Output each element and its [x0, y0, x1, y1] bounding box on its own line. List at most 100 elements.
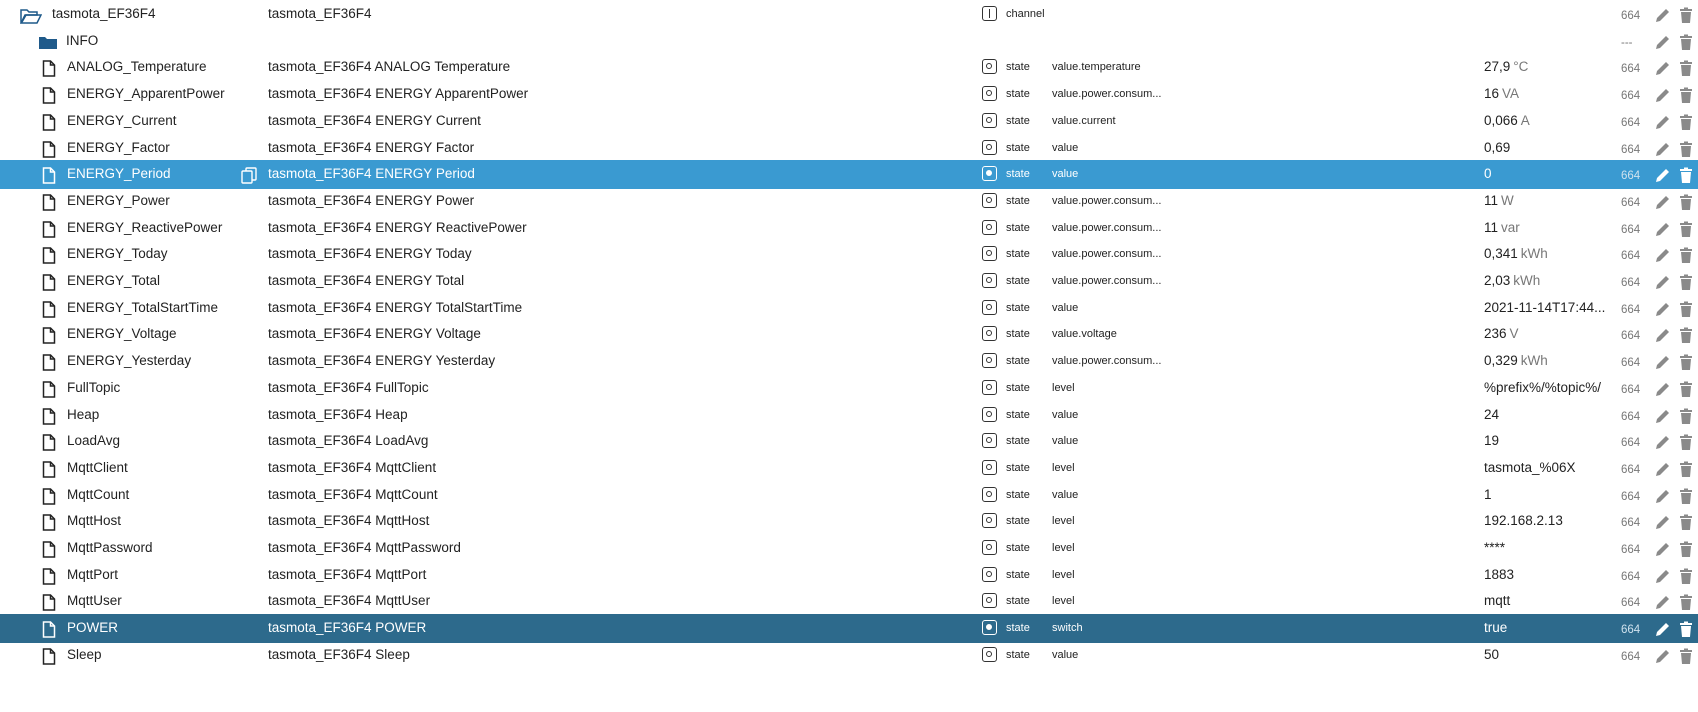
- edit-icon[interactable]: [1654, 460, 1671, 477]
- edit-icon[interactable]: [1654, 326, 1671, 343]
- row-value[interactable]: 1: [1484, 481, 1614, 510]
- delete-icon[interactable]: [1678, 540, 1694, 557]
- delete-icon[interactable]: [1678, 326, 1694, 344]
- delete-icon[interactable]: [1678, 6, 1694, 23]
- tree-row[interactable]: FullTopic tasmota_EF36F4 FullTopic state le…: [0, 374, 1698, 403]
- folder-open-icon[interactable]: [19, 6, 43, 24]
- tree-row[interactable]: ENERGY_Current tasmota_EF36F4 ENERGY Curr…: [0, 107, 1698, 136]
- delete-icon[interactable]: [1678, 460, 1694, 477]
- edit-icon[interactable]: [1654, 220, 1671, 237]
- delete-icon[interactable]: [1678, 647, 1694, 664]
- edit-icon[interactable]: [1654, 487, 1671, 504]
- tree-row[interactable]: MqttHost tasmota_EF36F4 MqttHost state leve…: [0, 507, 1698, 536]
- folder-icon[interactable]: [38, 33, 57, 50]
- edit-icon[interactable]: [1654, 6, 1671, 23]
- tree-row[interactable]: LoadAvg tasmota_EF36F4 LoadAvg state value 1…: [0, 427, 1698, 456]
- delete-icon[interactable]: [1678, 166, 1694, 184]
- edit-icon[interactable]: [1654, 540, 1671, 557]
- tree-row[interactable]: ENERGY_Factor tasmota_EF36F4 ENERGY Facto…: [0, 134, 1698, 163]
- edit-icon[interactable]: [1654, 513, 1671, 530]
- tree-row[interactable]: Heap tasmota_EF36F4 Heap state value 24 664: [0, 401, 1698, 430]
- edit-icon[interactable]: [1654, 300, 1671, 317]
- delete-icon[interactable]: [1678, 59, 1694, 77]
- tree-row[interactable]: ENERGY_Today tasmota_EF36F4 ENERGY Today s…: [0, 240, 1698, 269]
- delete-icon[interactable]: [1678, 380, 1694, 397]
- tree-row[interactable]: MqttUser tasmota_EF36F4 MqttUser state leve…: [0, 587, 1698, 616]
- tree-row[interactable]: ENERGY_TotalStartTime tasmota_EF36F4 ENER…: [0, 294, 1698, 323]
- tree-row[interactable]: tasmota_EF36F4 tasmota_EF36F4 channel 664: [0, 0, 1698, 29]
- row-value[interactable]: 19: [1484, 427, 1614, 456]
- row-value[interactable]: 50: [1484, 641, 1614, 670]
- tree-row[interactable]: MqttPassword tasmota_EF36F4 MqttPassword s…: [0, 534, 1698, 563]
- row-value[interactable]: 11 W: [1484, 187, 1614, 216]
- delete-icon[interactable]: [1678, 407, 1694, 424]
- delete-icon[interactable]: [1678, 300, 1694, 317]
- delete-icon[interactable]: [1678, 33, 1694, 50]
- row-value[interactable]: tasmota_%06X: [1484, 454, 1614, 483]
- delete-icon[interactable]: [1678, 487, 1694, 504]
- tree-row[interactable]: ENERGY_ApparentPower tasmota_EF36F4 ENERG…: [0, 80, 1698, 109]
- row-value[interactable]: true: [1484, 614, 1614, 643]
- delete-icon[interactable]: [1678, 113, 1694, 130]
- tree-row[interactable]: MqttCount tasmota_EF36F4 MqttCount state va…: [0, 481, 1698, 510]
- row-value[interactable]: %prefix%/%topic%/: [1484, 374, 1614, 403]
- row-value[interactable]: 1883: [1484, 561, 1614, 590]
- row-value[interactable]: 236 V: [1484, 320, 1614, 349]
- delete-icon[interactable]: [1678, 140, 1694, 157]
- tree-row[interactable]: ENERGY_Period tasmota_EF36F4 ENERGY Perio…: [0, 160, 1698, 189]
- row-value[interactable]: 0: [1484, 160, 1614, 189]
- row-value[interactable]: 24: [1484, 401, 1614, 430]
- delete-icon[interactable]: [1678, 567, 1694, 584]
- edit-icon[interactable]: [1654, 193, 1671, 210]
- delete-icon[interactable]: [1678, 86, 1694, 104]
- tree-row[interactable]: ENERGY_Total tasmota_EF36F4 ENERGY Total s…: [0, 267, 1698, 296]
- tree-row[interactable]: Sleep tasmota_EF36F4 Sleep state value 50 664: [0, 641, 1698, 670]
- row-value[interactable]: 2021-11-14T17:44...: [1484, 294, 1614, 323]
- delete-icon[interactable]: [1678, 620, 1694, 638]
- edit-icon[interactable]: [1654, 113, 1671, 130]
- copy-icon[interactable]: [241, 166, 258, 184]
- edit-icon[interactable]: [1654, 593, 1671, 610]
- row-value[interactable]: 0,69: [1484, 134, 1614, 163]
- edit-icon[interactable]: [1654, 433, 1671, 450]
- edit-icon[interactable]: [1654, 567, 1671, 584]
- row-value[interactable]: mqtt: [1484, 587, 1614, 616]
- tree-row[interactable]: ENERGY_ReactivePower tasmota_EF36F4 ENERG…: [0, 214, 1698, 243]
- edit-icon[interactable]: [1654, 620, 1671, 637]
- row-value[interactable]: 192.168.2.13: [1484, 507, 1614, 536]
- delete-icon[interactable]: [1678, 353, 1694, 371]
- row-value[interactable]: 27,9 °C: [1484, 53, 1614, 82]
- tree-row[interactable]: POWER tasmota_EF36F4 POWER state switch true…: [0, 614, 1698, 643]
- delete-icon[interactable]: [1678, 513, 1694, 531]
- tree-row[interactable]: MqttPort tasmota_EF36F4 MqttPort state leve…: [0, 561, 1698, 590]
- row-value[interactable]: 16 VA: [1484, 80, 1614, 109]
- edit-icon[interactable]: [1654, 140, 1671, 157]
- edit-icon[interactable]: [1654, 353, 1671, 370]
- delete-icon[interactable]: [1678, 246, 1694, 264]
- tree-row[interactable]: ANALOG_Temperature tasmota_EF36F4 ANALOG …: [0, 53, 1698, 82]
- row-value[interactable]: 0,066 A: [1484, 107, 1614, 136]
- row-value[interactable]: ****: [1484, 534, 1614, 563]
- row-value[interactable]: 2,03 kWh: [1484, 267, 1614, 296]
- edit-icon[interactable]: [1654, 380, 1671, 397]
- edit-icon[interactable]: [1654, 59, 1671, 76]
- tree-row[interactable]: ENERGY_Yesterday tasmota_EF36F4 ENERGY Ye…: [0, 347, 1698, 376]
- delete-icon[interactable]: [1678, 593, 1694, 611]
- row-value[interactable]: 0,341 kWh: [1484, 240, 1614, 269]
- delete-icon[interactable]: [1678, 193, 1694, 210]
- edit-icon[interactable]: [1654, 246, 1671, 263]
- edit-icon[interactable]: [1654, 86, 1671, 103]
- tree-row[interactable]: ENERGY_Power tasmota_EF36F4 ENERGY Power s…: [0, 187, 1698, 216]
- edit-icon[interactable]: [1654, 273, 1671, 290]
- tree-row[interactable]: ENERGY_Voltage tasmota_EF36F4 ENERGY Volt…: [0, 320, 1698, 349]
- row-value[interactable]: 0,329 kWh: [1484, 347, 1614, 376]
- edit-icon[interactable]: [1654, 647, 1671, 664]
- edit-icon[interactable]: [1654, 33, 1671, 50]
- tree-row[interactable]: INFO ---: [0, 27, 1698, 56]
- tree-row[interactable]: MqttClient tasmota_EF36F4 MqttClient state…: [0, 454, 1698, 483]
- delete-icon[interactable]: [1678, 220, 1694, 237]
- delete-icon[interactable]: [1678, 273, 1694, 290]
- delete-icon[interactable]: [1678, 433, 1694, 451]
- row-value[interactable]: 11 var: [1484, 214, 1614, 243]
- edit-icon[interactable]: [1654, 407, 1671, 424]
